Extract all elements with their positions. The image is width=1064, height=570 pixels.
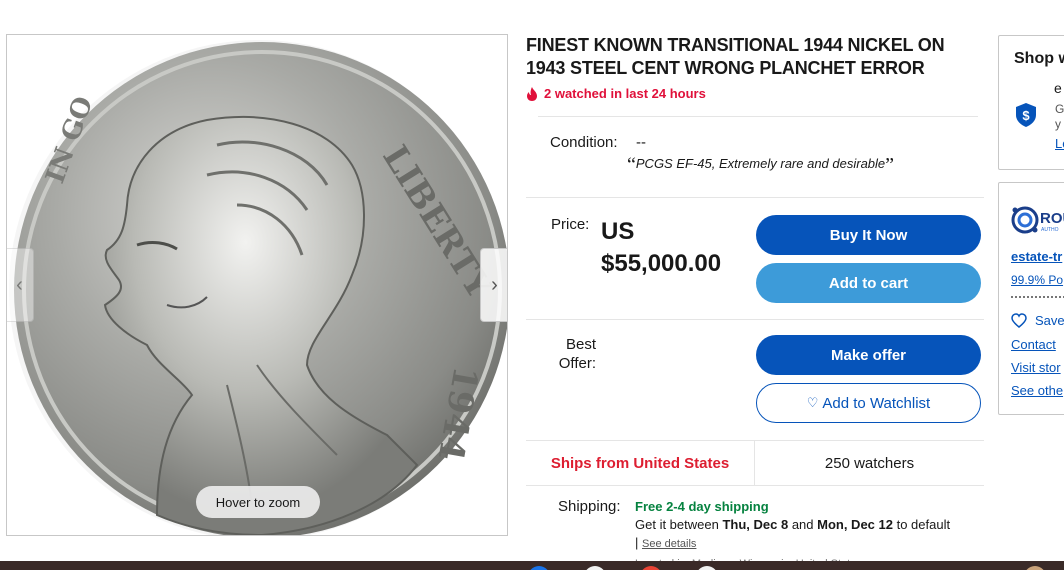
- watch-activity: 2 watched in last 24 hours: [526, 86, 984, 101]
- fire-icon: [527, 86, 537, 101]
- chevron-left-icon: ‹: [16, 273, 23, 296]
- divider: [526, 319, 984, 320]
- seller-panel: ROU AUTHO estate-tr 99.9% Po Save Contac…: [998, 182, 1064, 415]
- delivery-and: and: [788, 517, 818, 532]
- watchers-count: 250 watchers: [824, 454, 915, 472]
- divider: [526, 197, 984, 198]
- seller-feedback-link[interactable]: 99.9% Po: [1011, 273, 1063, 287]
- add-to-watchlist-label: Add to Watchlist: [822, 394, 931, 412]
- best-offer-label-line2: Offer:: [558, 355, 596, 372]
- condition-label: Condition:: [550, 134, 618, 151]
- item-title: FINEST KNOWN TRANSITIONAL 1944 NICKEL ON…: [526, 35, 945, 78]
- seller-logo-subtext: AUTHO: [1041, 227, 1059, 233]
- best-offer-label: Best Offer:: [556, 335, 596, 373]
- delivery-estimate: Get it between Thu, Dec 8 and Mon, Dec 1…: [635, 516, 985, 534]
- coin-image[interactable]: LIBERTY 1944 IN GO: [7, 35, 507, 535]
- taskbar-app-icon[interactable]: [584, 566, 606, 570]
- heart-icon: [1011, 313, 1027, 328]
- see-details-link[interactable]: See details: [642, 538, 696, 550]
- guarantee-text-line2: y: [1055, 117, 1061, 131]
- make-offer-button[interactable]: Make offer: [756, 335, 981, 375]
- chevron-right-icon: ›: [491, 273, 498, 296]
- save-seller-label: Save: [1035, 313, 1064, 328]
- divider: [538, 116, 978, 117]
- ships-from: Ships from United States: [526, 441, 755, 485]
- delivery-prefix: Get it between: [635, 517, 723, 532]
- learn-more-link[interactable]: Le: [1055, 136, 1064, 151]
- shipping-label: Shipping:: [558, 498, 621, 515]
- taskbar-avatar[interactable]: [1024, 566, 1046, 570]
- previous-image-button[interactable]: ‹: [7, 248, 34, 322]
- image-gallery[interactable]: LIBERTY 1944 IN GO ‹ › Hover to zoom: [6, 34, 508, 536]
- visit-store-link[interactable]: Visit stor: [1011, 360, 1061, 375]
- price-value: $55,000.00: [601, 250, 722, 277]
- ebay-item-page: LIBERTY 1944 IN GO ‹ › Hover to zoom FIN…: [0, 0, 1064, 570]
- shop-with-confidence-panel: Shop w e $ G y Le: [998, 35, 1064, 170]
- condition-value: --: [636, 134, 646, 151]
- guarantee-text: G y: [1055, 102, 1064, 132]
- best-offer-label-line1: Best: [565, 336, 596, 353]
- contact-seller-link[interactable]: Contact: [1011, 337, 1056, 352]
- delivery-start: Thu, Dec 8: [722, 517, 789, 532]
- shipping-details: Free 2-4 day shipping Get it between Thu…: [635, 498, 985, 570]
- seller-logo-text: ROU: [1040, 210, 1064, 227]
- see-details-row: | See details: [635, 535, 697, 550]
- item-info: FINEST KNOWN TRANSITIONAL 1944 NICKEL ON…: [526, 34, 984, 570]
- taskbar-app-icon[interactable]: [640, 566, 662, 570]
- heart-icon: ♡: [806, 395, 819, 410]
- delivery-suffix: to default: [892, 517, 951, 532]
- add-to-cart-button[interactable]: Add to cart: [756, 263, 981, 303]
- money-back-shield-icon: $: [1016, 103, 1036, 127]
- seller-logo[interactable]: ROU AUTHO: [1011, 205, 1064, 235]
- svg-text:$: $: [1022, 108, 1030, 123]
- guarantee-heading: e: [1054, 80, 1062, 96]
- os-taskbar: [0, 561, 1064, 570]
- see-other-items-link[interactable]: See othe: [1011, 383, 1063, 398]
- buy-it-now-button[interactable]: Buy It Now: [756, 215, 981, 255]
- free-shipping: Free 2-4 day shipping: [635, 499, 769, 514]
- watched-text: 2 watched in last 24 hours: [544, 86, 706, 101]
- guarantee-text-line1: G: [1055, 102, 1064, 116]
- shipping-summary: Ships from United States 250 watchers: [526, 440, 984, 486]
- next-image-button[interactable]: ›: [480, 248, 507, 322]
- hover-to-zoom-hint: Hover to zoom: [196, 486, 320, 518]
- delivery-end: Mon, Dec 12: [817, 517, 893, 532]
- price: US $55,000.00: [601, 216, 721, 280]
- add-to-watchlist-button[interactable]: ♡ Add to Watchlist: [756, 383, 981, 423]
- save-seller-button[interactable]: Save: [1011, 313, 1064, 328]
- seller-name-link[interactable]: estate-tr: [1011, 249, 1062, 264]
- taskbar-app-icon[interactable]: [528, 566, 550, 570]
- condition-description-text: PCGS EF-45, Extremely rare and desirable: [635, 156, 886, 171]
- divider: [1011, 296, 1064, 298]
- taskbar-app-icon[interactable]: [696, 566, 718, 570]
- price-label: Price:: [551, 216, 590, 233]
- price-currency: US: [601, 218, 635, 245]
- condition-description: “PCGS EF-45, Extremely rare and desirabl…: [627, 154, 895, 176]
- shop-with-confidence-title: Shop w: [1014, 50, 1064, 67]
